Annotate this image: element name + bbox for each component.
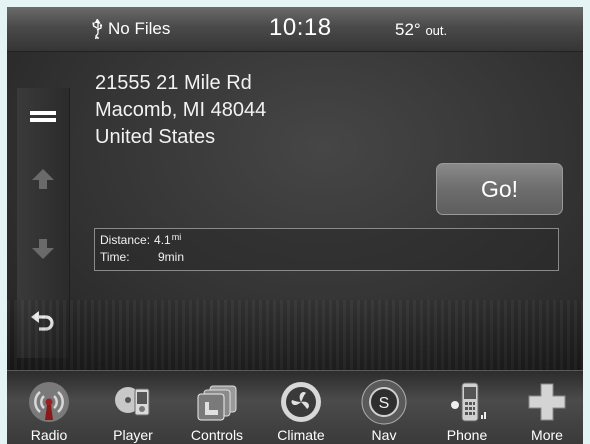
bottom-nav-bar: Radio Player Controls Climate S Nav Phon… <box>7 370 583 444</box>
destination-address: 21555 21 Mile Rd Macomb, MI 48044 United… <box>95 70 266 151</box>
nav-climate-label: Climate <box>277 427 325 443</box>
distance-label: Distance: <box>100 233 151 247</box>
scroll-up-button[interactable] <box>17 156 69 206</box>
back-button[interactable] <box>17 298 69 348</box>
back-icon <box>31 310 55 337</box>
nav-more-label: More <box>531 427 563 443</box>
svg-text:S: S <box>379 395 390 412</box>
arrow-up-icon <box>32 168 54 194</box>
nav-icon: S <box>361 379 407 425</box>
menu-icon <box>30 110 56 132</box>
time-row: Time: 9min <box>100 249 558 266</box>
usb-icon <box>91 19 103 39</box>
nav-phone-button[interactable]: Phone <box>427 371 507 444</box>
more-icon <box>527 379 567 425</box>
player-icon <box>111 379 155 425</box>
temperature-value: 52° <box>395 20 421 39</box>
distance-row: Distance: 4.1 mi <box>100 232 558 249</box>
scroll-down-button[interactable] <box>17 226 69 276</box>
distance-unit: mi <box>171 232 182 242</box>
head-unit-screen: No Files 10:18 52° out. 21555 21 Mile Rd… <box>7 7 583 444</box>
nav-controls-label: Controls <box>190 427 244 443</box>
status-bar: No Files 10:18 52° out. <box>7 7 583 52</box>
nav-phone-label: Phone <box>446 427 488 443</box>
clock: 10:18 <box>269 14 332 41</box>
nav-radio-label: Radio <box>30 427 68 443</box>
address-line-3: United States <box>95 126 216 148</box>
time-value: 9min <box>158 250 185 264</box>
time-label: Time: <box>100 250 130 264</box>
distance-value: 4.1 <box>154 233 171 247</box>
nav-nav-label: Nav <box>371 427 397 443</box>
phone-icon <box>445 379 489 425</box>
address-line-2: Macomb, MI 48044 <box>95 99 267 121</box>
controls-icon <box>192 379 242 425</box>
usb-status[interactable]: No Files <box>91 19 170 39</box>
outside-temperature: 52° out. <box>395 20 447 40</box>
nav-player-label: Player <box>113 427 153 443</box>
nav-radio-button[interactable]: Radio <box>9 371 89 444</box>
nav-climate-button[interactable]: Climate <box>261 371 341 444</box>
go-button[interactable]: Go! <box>436 163 563 215</box>
nav-player-button[interactable]: Player <box>93 371 173 444</box>
temperature-suffix: out. <box>425 23 448 38</box>
route-info-box: Distance: 4.1 mi Time: 9min <box>94 228 559 271</box>
address-line-1: 21555 21 Mile Rd <box>95 72 252 94</box>
menu-button[interactable] <box>17 96 69 146</box>
nav-destination-panel: 21555 21 Mile Rd Macomb, MI 48044 United… <box>7 52 583 370</box>
radio-icon <box>27 379 71 425</box>
usb-status-text: No Files <box>108 19 171 38</box>
nav-nav-button[interactable]: S Nav <box>344 371 424 444</box>
climate-icon <box>279 379 323 425</box>
arrow-down-icon <box>32 238 54 264</box>
side-controls <box>17 88 70 358</box>
nav-controls-button[interactable]: Controls <box>177 371 257 444</box>
nav-more-button[interactable]: More <box>507 371 583 444</box>
